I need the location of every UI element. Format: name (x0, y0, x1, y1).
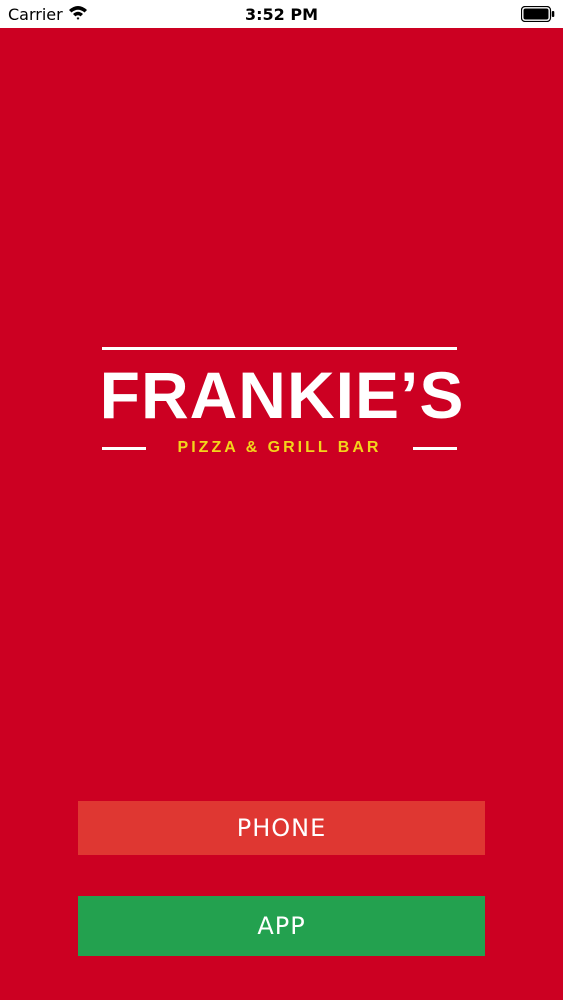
logo-right-divider (412, 446, 457, 450)
logo-subtitle-row: PIZZA & GRILL BAR (102, 436, 457, 460)
logo-subtitle: PIZZA & GRILL BAR (177, 439, 382, 456)
logo-name: FRANKIE’S (99, 358, 465, 432)
status-bar: Carrier 3:52 PM (0, 0, 563, 28)
app-button[interactable]: APP (78, 896, 485, 956)
phone-button[interactable]: PHONE (78, 801, 485, 855)
battery-icon (520, 5, 555, 23)
logo-top-divider (102, 347, 457, 350)
status-time: 3:52 PM (244, 5, 318, 24)
logo-left-divider (102, 446, 146, 450)
brand-logo: FRANKIE’S PIZZA & GRILL BAR (82, 345, 482, 460)
